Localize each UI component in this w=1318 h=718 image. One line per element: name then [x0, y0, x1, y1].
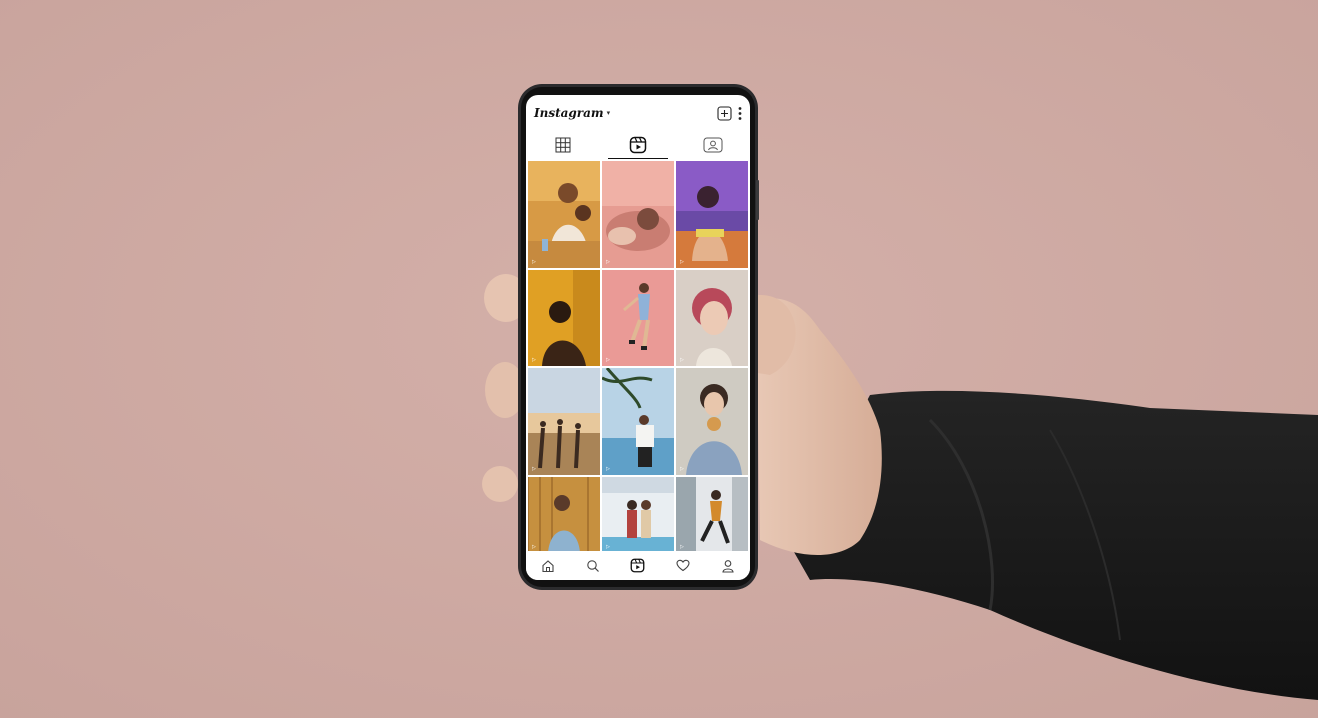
play-icon: ▷ [680, 259, 684, 265]
bottom-navigation [526, 551, 750, 580]
active-tab-indicator [608, 157, 668, 159]
reel-thumbnail [528, 477, 600, 553]
reel-tile[interactable]: ▷ [676, 161, 748, 268]
reel-tile[interactable]: ▷ [602, 477, 674, 553]
reel-thumbnail [602, 270, 674, 366]
reels-icon [631, 558, 645, 573]
play-icon: ▷ [680, 466, 684, 472]
reel-thumbnail [676, 270, 748, 366]
play-icon: ▷ [606, 357, 610, 363]
reel-tile[interactable]: ▷ [528, 368, 600, 475]
reel-thumbnail [602, 477, 674, 553]
account-switcher[interactable]: Instagram ▾ [534, 106, 610, 120]
more-options-icon[interactable] [738, 106, 742, 121]
reel-thumbnail [528, 368, 600, 475]
reel-tile[interactable]: ▷ [528, 477, 600, 553]
reel-thumbnail [528, 270, 600, 366]
nav-profile[interactable] [713, 551, 743, 580]
search-icon [587, 559, 600, 572]
reel-tile[interactable]: ▷ [676, 270, 748, 366]
reel-tile[interactable]: ▷ [528, 161, 600, 268]
tab-tagged[interactable] [683, 131, 743, 159]
profile-icon [721, 559, 734, 573]
play-icon: ▷ [532, 544, 536, 550]
play-icon: ▷ [532, 466, 536, 472]
reel-thumbnail [602, 368, 674, 475]
profile-tabs [526, 131, 750, 159]
play-icon: ▷ [606, 466, 610, 472]
reel-thumbnail [528, 161, 600, 268]
play-icon: ▷ [532, 259, 536, 265]
tab-posts-grid[interactable] [533, 131, 593, 159]
reels-icon [629, 136, 647, 154]
tagged-user-icon [703, 137, 723, 153]
play-icon: ▷ [680, 544, 684, 550]
phone-screen: Instagram ▾ ▷ ▷ ▷ ▷ ▷ ▷ ▷ ▷ ▷ ▷ ▷ ▷ [526, 95, 750, 580]
reels-grid: ▷ ▷ ▷ ▷ ▷ ▷ ▷ ▷ ▷ ▷ ▷ ▷ [528, 161, 748, 553]
nav-search[interactable] [578, 551, 608, 580]
heart-icon [676, 559, 690, 572]
home-icon [542, 559, 554, 572]
reel-tile[interactable]: ▷ [528, 270, 600, 366]
reel-thumbnail [676, 161, 748, 268]
header-actions [717, 105, 742, 121]
play-icon: ▷ [606, 259, 610, 265]
reel-tile[interactable]: ▷ [602, 161, 674, 268]
grid-icon [555, 137, 571, 153]
nav-reels[interactable] [623, 551, 653, 580]
app-header: Instagram ▾ [526, 95, 750, 131]
finger-3 [482, 466, 518, 502]
chevron-down-icon: ▾ [606, 109, 611, 117]
play-icon: ▷ [680, 357, 684, 363]
app-title: Instagram [534, 106, 604, 120]
reel-thumbnail [676, 477, 748, 553]
tab-reels[interactable] [608, 131, 668, 159]
nav-home[interactable] [533, 551, 563, 580]
reel-thumbnail [602, 161, 674, 268]
play-icon: ▷ [532, 357, 536, 363]
play-icon: ▷ [606, 544, 610, 550]
reel-tile[interactable]: ▷ [676, 477, 748, 553]
add-post-icon[interactable] [717, 105, 732, 121]
reel-tile[interactable]: ▷ [602, 270, 674, 366]
reel-tile[interactable]: ▷ [676, 368, 748, 475]
reel-thumbnail [676, 368, 748, 475]
reel-tile[interactable]: ▷ [602, 368, 674, 475]
nav-activity[interactable] [668, 551, 698, 580]
